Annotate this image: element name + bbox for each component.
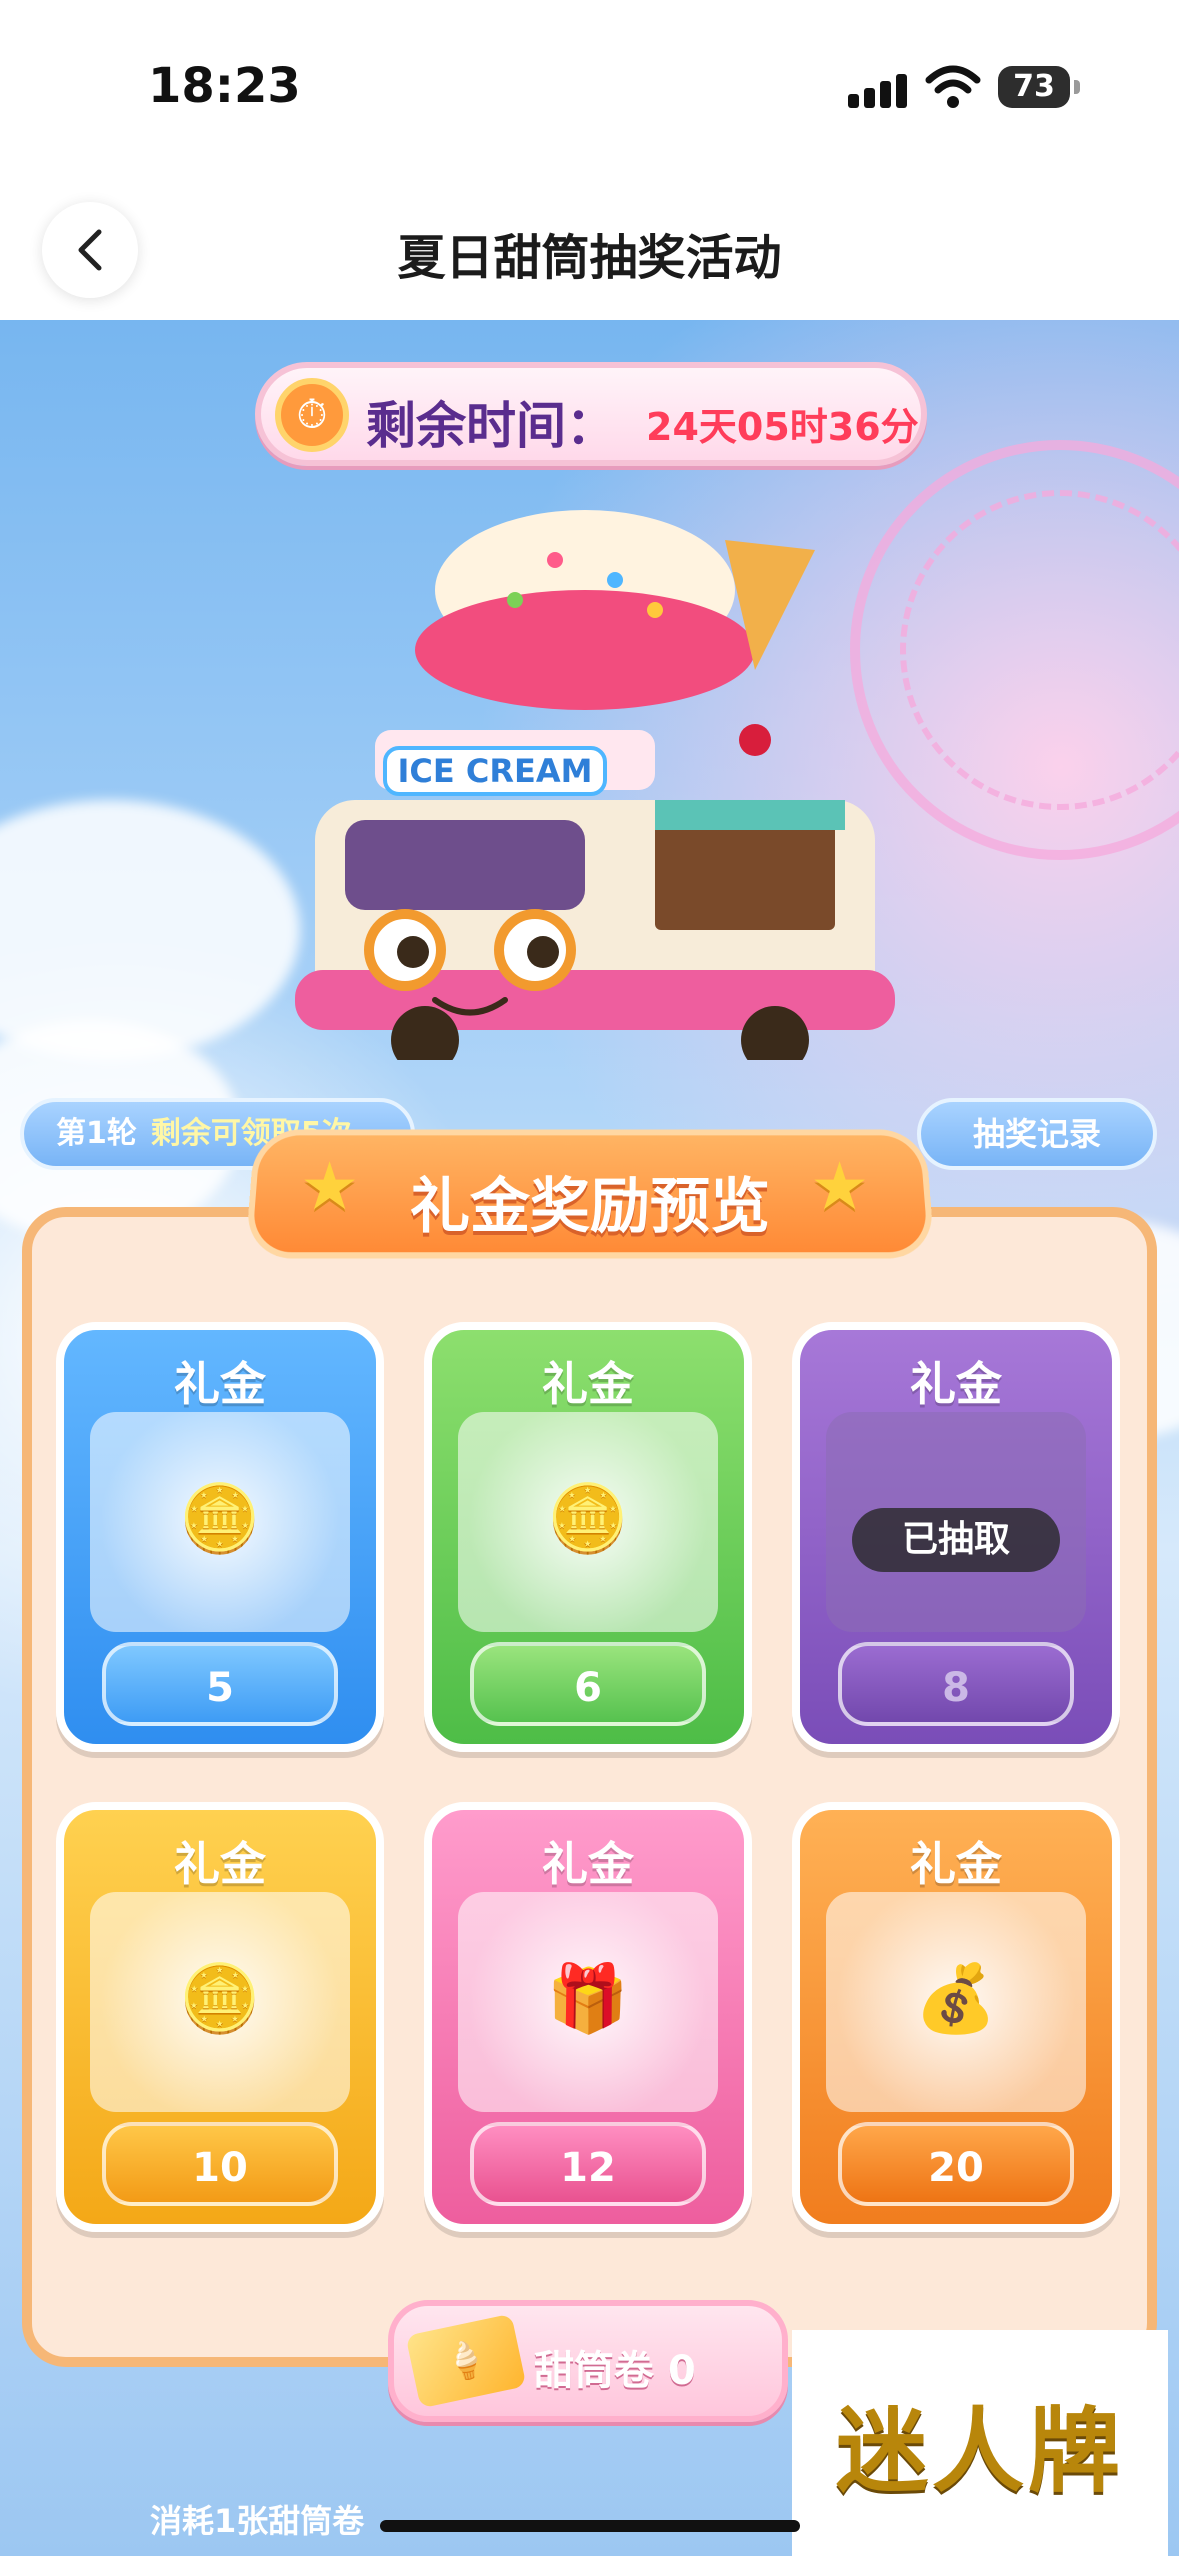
reward-amount: 10: [102, 2122, 338, 2206]
reward-amount: 8: [838, 1642, 1074, 1726]
coins-icon: 🪙: [546, 1480, 630, 1557]
ticket-count: 0: [667, 2348, 696, 2394]
timer-label: 剩余时间：: [366, 397, 616, 455]
reward-card-label: 礼金: [174, 1837, 266, 1891]
nav-bar: 夏日甜筒抽奖活动: [0, 170, 1179, 320]
home-indicator: [380, 2520, 800, 2532]
reward-card-label: 礼金: [542, 1837, 634, 1891]
page-title: 夏日甜筒抽奖活动: [397, 230, 782, 286]
battery-icon: 73: [998, 66, 1080, 108]
reward-card-20[interactable]: 礼金 💰 20: [792, 1802, 1120, 2232]
truck-sign: ICE CREAM: [398, 752, 593, 790]
section-ribbon: ★ 礼金奖励预览 ★: [244, 1128, 936, 1270]
reward-amount: 6: [470, 1642, 706, 1726]
cost-hint: 消耗1张甜筒卷: [150, 2502, 365, 2540]
signal-icon: [848, 72, 908, 108]
coin-icon: 🪙: [178, 1480, 262, 1557]
reward-card-label: 礼金: [542, 1357, 634, 1411]
countdown-timer: ⏱ 剩余时间： 24天05时36分: [255, 362, 927, 466]
star-icon: ★: [810, 1148, 870, 1225]
round-label: 第1轮: [56, 1116, 137, 1151]
status-time: 18:23: [148, 58, 301, 114]
drawn-badge: 已抽取: [852, 1508, 1060, 1572]
reward-amount: 5: [102, 1642, 338, 1726]
reward-card-label: 礼金: [910, 1357, 1002, 1411]
reward-card-label: 礼金: [910, 1837, 1002, 1891]
ticket-label: 甜筒卷 0: [534, 2348, 696, 2394]
cone-ticket-counter: 🍦 甜筒卷 0: [388, 2300, 788, 2422]
reward-card-8[interactable]: 礼金 已抽取 8: [792, 1322, 1120, 1752]
activity-scene: ⏱ 剩余时间： 24天05时36分 ICE CREAM 第1轮 剩余可领取5次 抽…: [0, 320, 1179, 2556]
reward-amount: 20: [838, 2122, 1074, 2206]
treasure-chest-icon: 🎁: [546, 1960, 630, 2037]
wifi-icon: [925, 64, 981, 110]
brand-watermark: 迷人牌: [792, 2330, 1168, 2556]
ticket-icon: 🍦: [405, 2313, 527, 2409]
treasure-chest-icon: 💰: [914, 1960, 998, 2037]
reward-card-6[interactable]: 礼金 🪙 6: [424, 1322, 752, 1752]
clock-icon: ⏱: [275, 378, 349, 452]
reward-amount: 12: [470, 2122, 706, 2206]
reward-card-10[interactable]: 礼金 🪙 10: [56, 1802, 384, 2232]
status-bar: 18:23 73: [0, 0, 1179, 170]
coin-pile-icon: 🪙: [178, 1960, 262, 2037]
draw-record-button[interactable]: 抽奖记录: [917, 1098, 1157, 1170]
reward-card-label: 礼金: [174, 1357, 266, 1411]
reward-card-12[interactable]: 礼金 🎁 12: [424, 1802, 752, 2232]
ice-cream-truck-illustration: ICE CREAM: [295, 510, 895, 1060]
reward-card-5[interactable]: 礼金 🪙 5: [56, 1322, 384, 1752]
timer-value: 24天05时36分: [646, 405, 919, 449]
